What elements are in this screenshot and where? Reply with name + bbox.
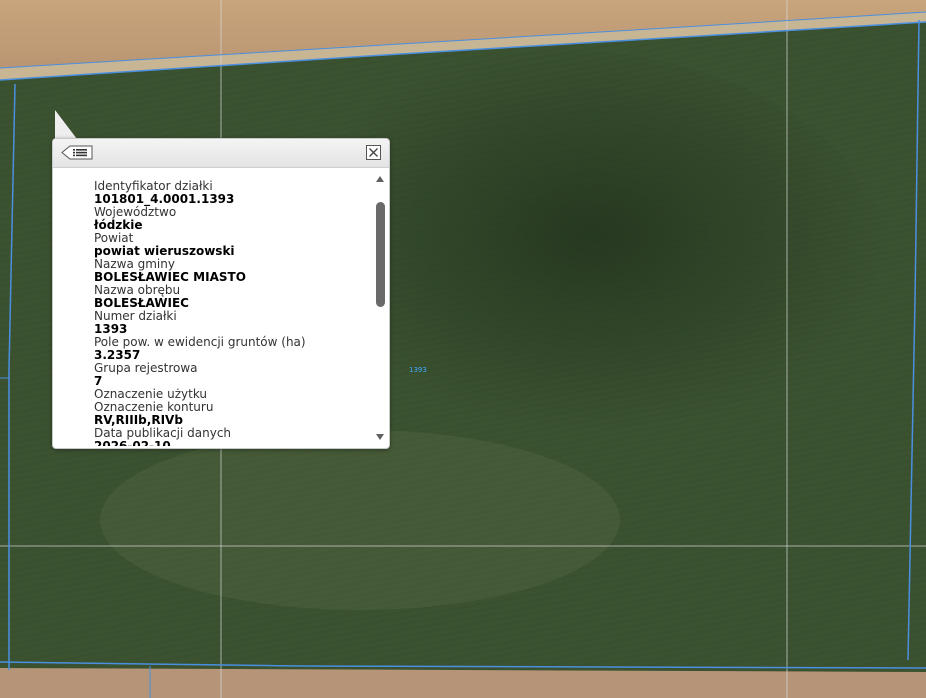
scroll-thumb[interactable] — [376, 202, 385, 307]
attribute-list: Identyfikator działki 101801_4.0001.1393… — [94, 180, 364, 447]
scroll-up-arrow-icon[interactable] — [375, 174, 385, 184]
attr-value: 2026-02-10 — [94, 439, 171, 447]
popup-content[interactable]: Identyfikator działki 101801_4.0001.1393… — [53, 168, 371, 447]
list-back-icon[interactable] — [61, 145, 93, 160]
parcel-info-popup: Identyfikator działki 101801_4.0001.1393… — [52, 138, 390, 449]
popup-pointer — [55, 110, 77, 139]
attr-name: Grupa rejestrowa — [94, 361, 198, 375]
attr-name: Numer działki — [94, 309, 177, 323]
popup-scrollbar[interactable] — [373, 172, 387, 444]
attr-value: łódzkie — [94, 218, 143, 232]
close-icon[interactable] — [366, 145, 381, 160]
parcel-number-label[interactable]: 1393 — [409, 366, 427, 374]
light-field-patch — [100, 430, 620, 610]
scroll-down-arrow-icon[interactable] — [375, 432, 385, 442]
popup-header — [53, 139, 389, 168]
